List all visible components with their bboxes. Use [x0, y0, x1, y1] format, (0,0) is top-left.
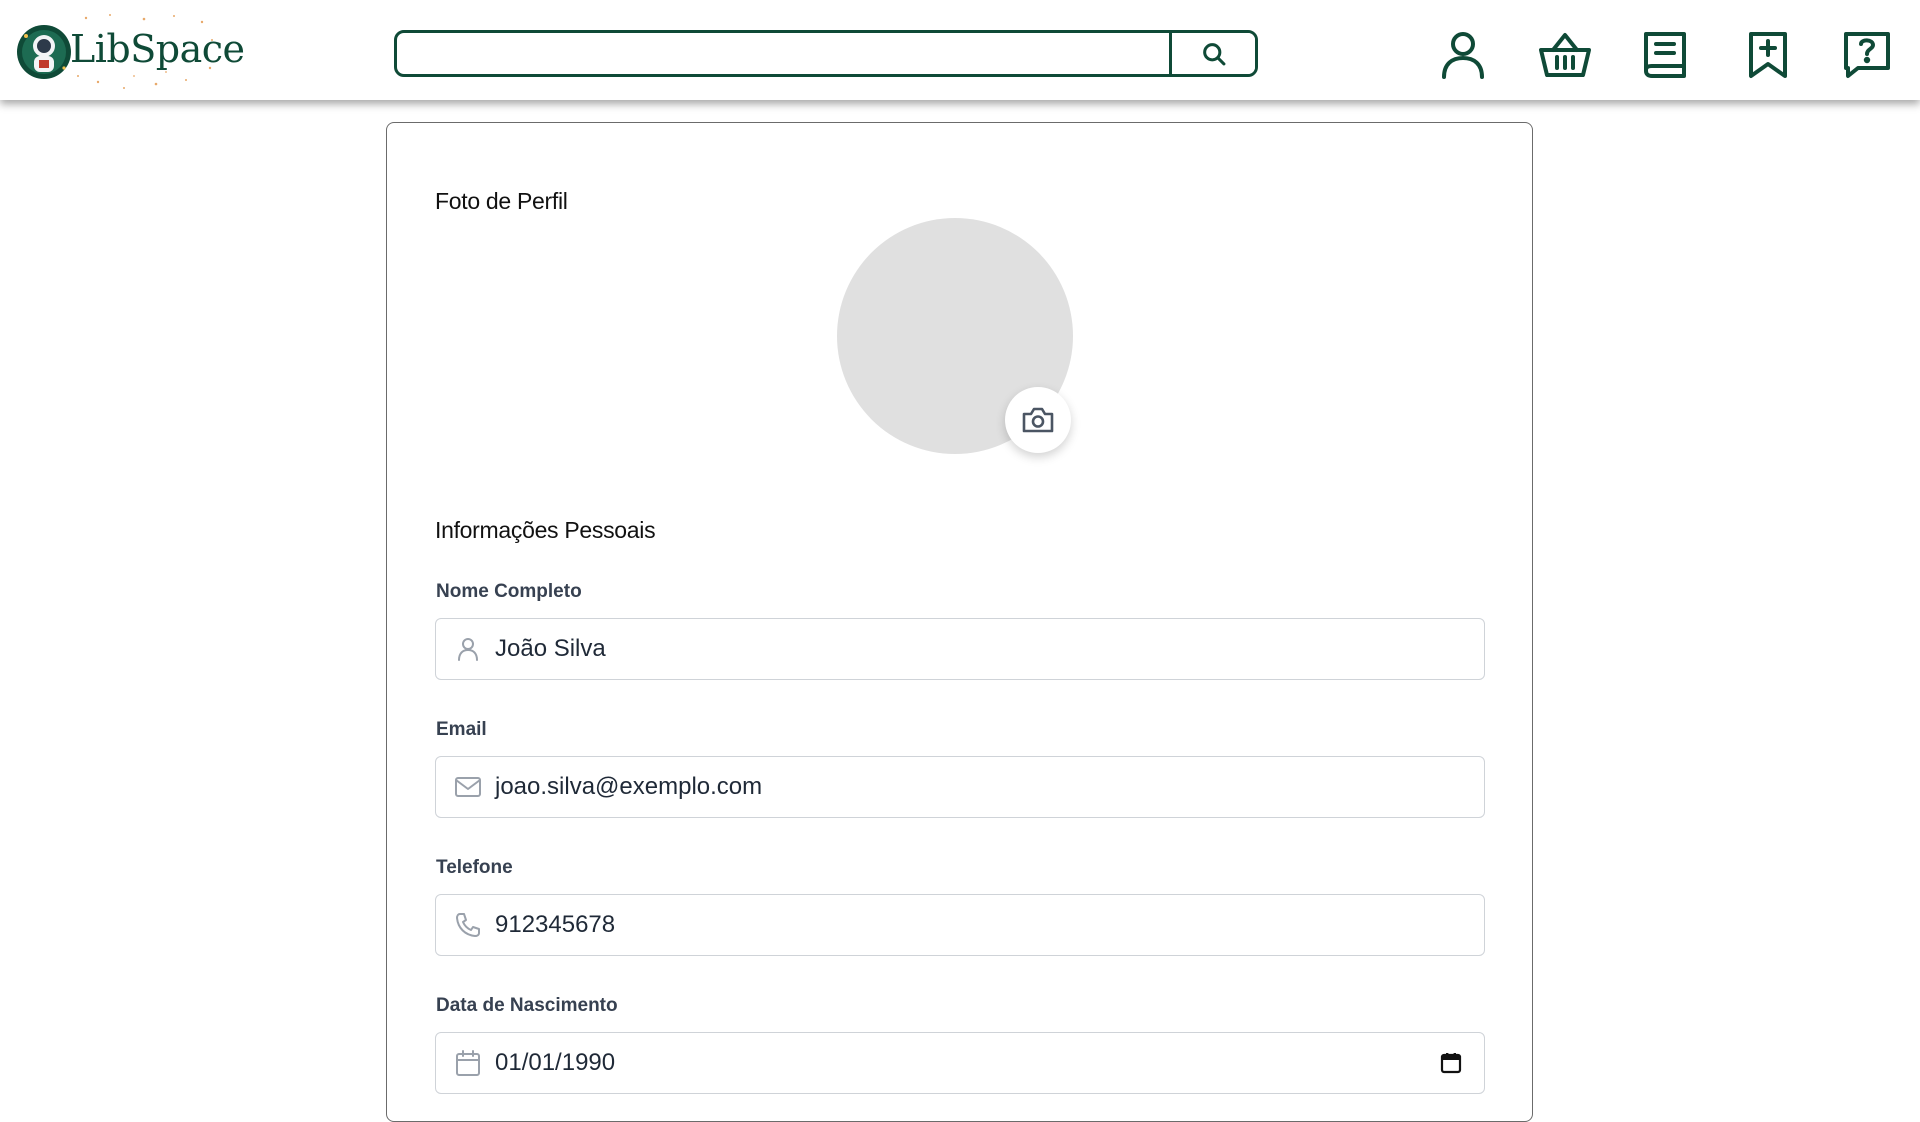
birthdate-value[interactable]: 01/01/1990 — [495, 1049, 1438, 1077]
email-value[interactable]: joao.silva@exemplo.com — [495, 773, 1484, 801]
search-button[interactable] — [1169, 33, 1255, 74]
phone-icon — [453, 910, 483, 940]
email-field[interactable]: joao.silva@exemplo.com — [435, 756, 1485, 818]
top-navbar: LibSpace — [0, 0, 1920, 100]
search-input[interactable] — [397, 33, 1169, 74]
phone-field[interactable]: 912345678 — [435, 894, 1485, 956]
date-picker-button[interactable] — [1438, 1050, 1464, 1076]
search-bar — [394, 30, 1258, 77]
profile-card: Foto de Perfil Informações Pessoais Nome… — [386, 122, 1533, 1122]
nav-books-button[interactable] — [1634, 24, 1696, 86]
nav-help-button[interactable] — [1836, 24, 1898, 86]
phone-value[interactable]: 912345678 — [495, 911, 1484, 939]
nav-user-button[interactable] — [1432, 24, 1494, 86]
phone-label: Telefone — [436, 857, 513, 878]
birthdate-field[interactable]: 01/01/1990 — [435, 1032, 1485, 1094]
mail-icon — [453, 772, 483, 802]
nav-wishlist-button[interactable] — [1737, 24, 1799, 86]
logo[interactable]: LibSpace — [14, 10, 245, 94]
book-icon — [1644, 32, 1686, 78]
name-field[interactable]: João Silva — [435, 618, 1485, 680]
camera-icon — [1022, 407, 1054, 433]
name-label: Nome Completo — [436, 581, 582, 602]
email-label: Email — [436, 719, 487, 740]
search-icon — [1202, 42, 1225, 65]
photo-section-title: Foto de Perfil — [435, 188, 568, 214]
bookmark-add-icon — [1749, 32, 1787, 78]
logo-text: LibSpace — [70, 27, 245, 71]
help-icon — [1844, 32, 1890, 78]
birthdate-label: Data de Nascimento — [436, 995, 618, 1016]
personal-info-title: Informações Pessoais — [435, 517, 656, 543]
user-icon — [1442, 32, 1484, 79]
basket-icon — [1539, 33, 1591, 77]
user-icon — [453, 634, 483, 664]
change-photo-button[interactable] — [1005, 387, 1071, 453]
calendar-icon — [453, 1048, 483, 1078]
name-value[interactable]: João Silva — [495, 635, 1484, 663]
astronaut-logo-icon — [17, 25, 71, 79]
calendar-picker-icon — [1440, 1053, 1462, 1074]
nav-basket-button[interactable] — [1534, 24, 1596, 86]
